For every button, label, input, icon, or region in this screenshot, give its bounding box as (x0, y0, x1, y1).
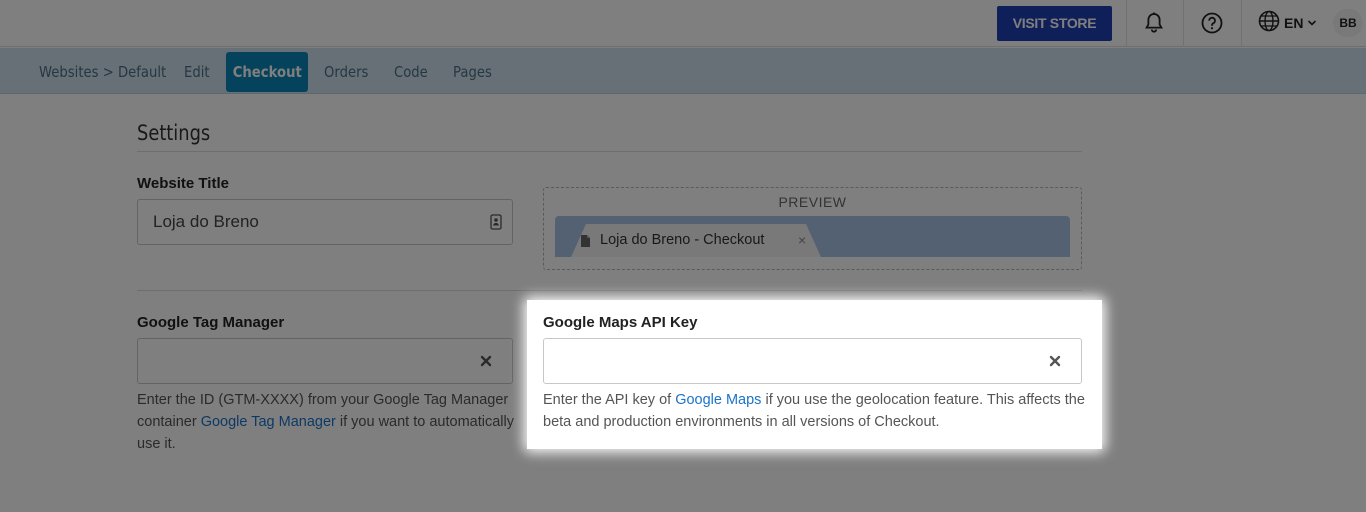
toolbar-divider (1126, 0, 1127, 47)
avatar[interactable]: BB (1333, 9, 1363, 37)
help-circle-icon[interactable] (1200, 11, 1224, 35)
maps-help-link[interactable]: Google Maps (675, 392, 761, 408)
tab-edit[interactable]: Edit (184, 52, 210, 92)
maps-help-before: Enter the API key of (543, 392, 676, 408)
toolbar-divider (1241, 0, 1242, 47)
preview-tab-title: Loja do Breno - Checkout (600, 232, 765, 248)
page-title: Settings (137, 121, 211, 145)
globe-icon (1258, 10, 1280, 37)
divider (137, 151, 1082, 152)
settings-page: Settings Website Title Loja do Breno PRE… (0, 95, 1366, 512)
tab-pages[interactable]: Pages (453, 52, 492, 92)
breadcrumb[interactable]: Websites > Default (39, 52, 166, 92)
website-title-field[interactable]: Loja do Breno (137, 199, 513, 245)
close-icon: × (798, 232, 807, 248)
clear-icon[interactable] (1047, 353, 1063, 369)
website-title-value: Loja do Breno (153, 212, 259, 231)
top-bar: VISIT STORE EN BB (0, 0, 1366, 47)
bell-icon[interactable] (1142, 11, 1166, 35)
tab-checkout-label: Checkout (232, 63, 302, 81)
contact-card-icon (488, 214, 504, 230)
tab-checkout[interactable]: Checkout (226, 52, 308, 92)
website-title-label: Website Title (137, 175, 229, 192)
preview-label: PREVIEW (778, 194, 847, 210)
tab-orders[interactable]: Orders (324, 52, 368, 92)
gtm-help-text: Enter the ID (GTM-XXXX) from your Google… (137, 389, 517, 455)
divider (137, 290, 1082, 291)
document-icon (580, 234, 591, 253)
maps-help-text: Enter the API key of Google Maps if you … (543, 389, 1088, 433)
preview-box: PREVIEW Loja do Breno - Checkout × (543, 187, 1082, 270)
gtm-label: Google Tag Manager (137, 314, 285, 331)
visit-store-button[interactable]: VISIT STORE (997, 6, 1112, 41)
chevron-down-icon (1307, 14, 1317, 32)
language-selector[interactable]: EN (1258, 10, 1317, 37)
gtm-help-link[interactable]: Google Tag Manager (201, 414, 336, 430)
language-code: EN (1284, 15, 1304, 31)
clear-icon[interactable] (478, 353, 494, 369)
maps-api-key-input[interactable] (543, 338, 1082, 384)
maps-api-key-label: Google Maps API Key (543, 314, 698, 331)
gtm-input[interactable] (137, 338, 513, 384)
toolbar-divider (1183, 0, 1184, 47)
tab-code[interactable]: Code (394, 52, 428, 92)
nav-bar: Websites > Default Edit Checkout Orders … (0, 48, 1366, 94)
